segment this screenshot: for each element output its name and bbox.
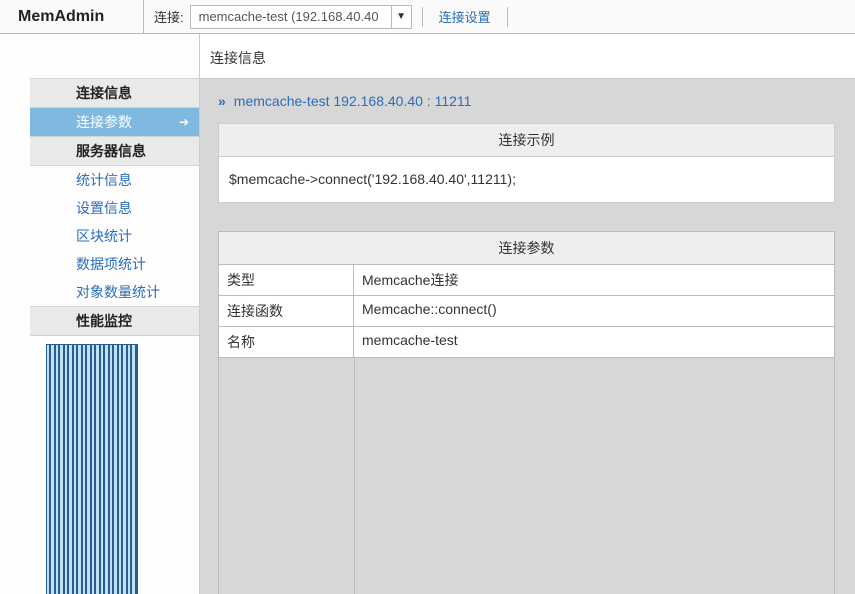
breadcrumb: » memcache-test 192.168.40.40 : 11211: [218, 93, 835, 109]
sidebar-item-item-stats[interactable]: 数据项统计: [30, 250, 199, 278]
params-table-empty-area: [218, 358, 835, 594]
connection-settings-link[interactable]: 连接设置: [433, 7, 497, 26]
param-val: memcache-test: [354, 327, 834, 357]
content-title: 连接信息: [200, 34, 855, 79]
param-key: 名称: [219, 327, 354, 357]
param-key: 类型: [219, 265, 354, 295]
connection-label: 连接:: [154, 7, 184, 26]
main: 连接信息 连接参数 ➔ 服务器信息 统计信息 设置信息 区块统计 数据项统计 对…: [0, 34, 855, 594]
separator: [422, 7, 423, 27]
table-row: 连接函数 Memcache::connect(): [219, 296, 834, 327]
content: 连接信息 » memcache-test 192.168.40.40 : 112…: [200, 34, 855, 594]
sidebar-heading-perf: 性能监控: [30, 306, 199, 336]
performance-graph-placeholder: [46, 344, 138, 594]
chevron-down-icon[interactable]: ▼: [391, 6, 411, 28]
sidebar-item-settings[interactable]: 设置信息: [30, 194, 199, 222]
sidebar: 连接信息 连接参数 ➔ 服务器信息 统计信息 设置信息 区块统计 数据项统计 对…: [0, 34, 200, 594]
sidebar-heading-server: 服务器信息: [30, 136, 199, 166]
sidebar-item-label: 对象数量统计: [76, 284, 160, 300]
connection-select[interactable]: memcache-test (192.168.40.40 ▼: [190, 5, 412, 29]
sidebar-item-label: 区块统计: [76, 228, 132, 244]
sidebar-heading-connection: 连接信息: [30, 78, 199, 108]
arrow-right-icon: ➔: [179, 115, 189, 129]
sidebar-item-object-count[interactable]: 对象数量统计: [30, 278, 199, 306]
breadcrumb-text: memcache-test 192.168.40.40 : 11211: [234, 93, 472, 109]
params-table-title: 连接参数: [219, 232, 834, 265]
params-table: 连接参数 类型 Memcache连接 连接函数 Memcache::connec…: [218, 231, 835, 358]
example-panel: 连接示例 $memcache->connect('192.168.40.40',…: [218, 123, 835, 203]
sidebar-item-label: 连接参数: [76, 114, 132, 130]
param-key: 连接函数: [219, 296, 354, 326]
sidebar-item-label: 统计信息: [76, 172, 132, 188]
logo: MemAdmin: [0, 0, 144, 33]
table-row: 名称 memcache-test: [219, 327, 834, 357]
sidebar-item-slab-stats[interactable]: 区块统计: [30, 222, 199, 250]
topbar: MemAdmin 连接: memcache-test (192.168.40.4…: [0, 0, 855, 34]
example-panel-code: $memcache->connect('192.168.40.40',11211…: [218, 157, 835, 203]
example-panel-title: 连接示例: [218, 123, 835, 157]
sidebar-item-label: 设置信息: [76, 200, 132, 216]
param-val: Memcache连接: [354, 265, 834, 295]
table-column-divider: [354, 358, 355, 594]
content-body: » memcache-test 192.168.40.40 : 11211 连接…: [200, 79, 855, 594]
sidebar-item-stats[interactable]: 统计信息: [30, 166, 199, 194]
breadcrumb-chevron-icon: »: [218, 93, 226, 109]
sidebar-item-label: 数据项统计: [76, 256, 146, 272]
table-row: 类型 Memcache连接: [219, 265, 834, 296]
connection-selected-text: memcache-test (192.168.40.40: [191, 9, 391, 24]
separator: [507, 7, 508, 27]
connection-area: 连接: memcache-test (192.168.40.40 ▼ 连接设置: [144, 5, 512, 29]
spacer: [218, 203, 835, 231]
param-val: Memcache::connect(): [354, 296, 834, 326]
sidebar-item-connection-params[interactable]: 连接参数 ➔: [30, 108, 199, 136]
